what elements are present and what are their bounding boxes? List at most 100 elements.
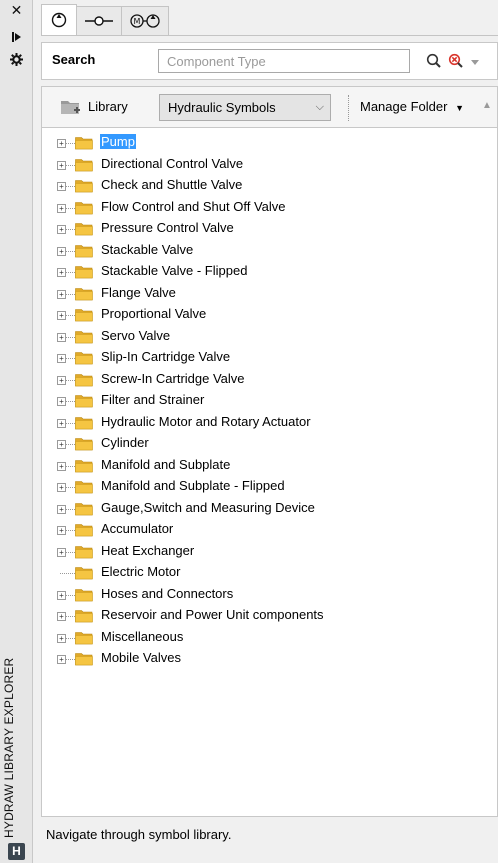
tree-node-label: Screw-In Cartridge Valve bbox=[101, 370, 245, 386]
tree-connector bbox=[66, 229, 75, 230]
expand-icon[interactable]: + bbox=[57, 139, 66, 148]
expand-icon[interactable]: + bbox=[57, 590, 66, 600]
expand-icon[interactable]: + bbox=[57, 526, 66, 535]
expand-icon[interactable]: + bbox=[57, 354, 66, 363]
panel-title: HYDRAW LIBRARY EXPLORER bbox=[2, 657, 16, 838]
folder-icon bbox=[75, 480, 93, 494]
tree-connector bbox=[66, 358, 75, 359]
expand-icon[interactable]: + bbox=[57, 418, 66, 428]
tree-node-label: Pressure Control Valve bbox=[101, 220, 234, 235]
expand-icon[interactable]: + bbox=[57, 182, 66, 191]
collapse-up-icon[interactable]: ▲ bbox=[482, 100, 492, 111]
tree-node-label: Servo Valve bbox=[101, 327, 171, 343]
search-options-chevron-down-icon[interactable] bbox=[470, 55, 488, 73]
folder-icon bbox=[75, 459, 93, 473]
search-icon[interactable] bbox=[425, 52, 443, 70]
expand-icon[interactable]: + bbox=[57, 547, 66, 557]
expand-icon[interactable]: + bbox=[57, 397, 66, 406]
manage-folder-button[interactable]: Manage Folder ▼ bbox=[360, 99, 464, 114]
caret-down-icon: ▼ bbox=[455, 103, 464, 113]
tree-connector bbox=[66, 659, 75, 660]
symbol-tree: + Pump + Directional Control Valve + Check an… bbox=[41, 128, 498, 817]
tree-node-label: Gauge,Switch and Measuring Device bbox=[101, 499, 315, 515]
gear-icon[interactable] bbox=[0, 53, 33, 69]
tab-pump-symbols[interactable] bbox=[41, 4, 77, 35]
tree-node-label: Electric Motor bbox=[101, 564, 181, 579]
tree-connector bbox=[66, 487, 75, 488]
tree-node-label: Flange Valve bbox=[101, 284, 176, 300]
expand-icon[interactable]: + bbox=[57, 268, 66, 277]
pump-symbol-icon bbox=[51, 12, 67, 28]
expand-icon[interactable]: + bbox=[57, 289, 66, 299]
tree-connector bbox=[66, 637, 75, 639]
panel-title-strip: ✕ HYDRAW LIBRARY EXPLORER H bbox=[0, 0, 33, 863]
tree-node-label: Directional Control Valve bbox=[101, 155, 244, 171]
tree-node-label: Pump bbox=[100, 134, 136, 149]
tree-connector bbox=[66, 293, 75, 295]
folder-icon bbox=[75, 609, 93, 623]
tree-node-label: Proportional Valve bbox=[101, 306, 207, 321]
expand-icon[interactable]: + bbox=[57, 504, 66, 514]
expand-icon[interactable]: + bbox=[57, 375, 66, 385]
status-text: Navigate through symbol library. bbox=[46, 827, 232, 842]
tree-connector bbox=[66, 143, 75, 144]
search-bar: Search bbox=[41, 42, 498, 80]
folder-icon bbox=[75, 222, 93, 236]
expand-icon[interactable]: + bbox=[57, 483, 66, 492]
tree-connector bbox=[66, 250, 75, 252]
tree-connector bbox=[66, 616, 75, 617]
tree-connector bbox=[66, 379, 75, 381]
folder-icon bbox=[75, 566, 93, 580]
folder-icon bbox=[75, 394, 93, 408]
folder-icon bbox=[75, 416, 93, 430]
tree-node-label: Filter and Strainer bbox=[101, 392, 205, 407]
tree-node-label: Manifold and Subplate - Flipped bbox=[101, 478, 285, 493]
tab-motor-symbols[interactable]: M bbox=[121, 6, 169, 35]
expand-icon[interactable]: + bbox=[57, 311, 66, 320]
tree-connector bbox=[66, 422, 75, 424]
status-bar: Navigate through symbol library. bbox=[41, 817, 498, 855]
folder-icon bbox=[75, 351, 93, 365]
library-selected-value: Hydraulic Symbols bbox=[168, 100, 276, 115]
expand-icon[interactable]: + bbox=[57, 160, 66, 170]
library-folder-icon bbox=[60, 98, 82, 119]
clear-search-icon[interactable] bbox=[447, 52, 465, 70]
library-select[interactable]: Hydraulic Symbols ⌵ bbox=[159, 94, 331, 121]
expand-icon[interactable]: + bbox=[57, 633, 66, 643]
close-icon[interactable]: ✕ bbox=[0, 2, 33, 19]
expand-icon[interactable]: + bbox=[57, 612, 66, 621]
tree-node-label: Heat Exchanger bbox=[101, 542, 195, 558]
tree-node-label: Stackable Valve - Flipped bbox=[101, 263, 248, 278]
tab-valve-symbols[interactable] bbox=[76, 6, 122, 35]
tree-connector bbox=[66, 465, 75, 467]
tree-connector bbox=[66, 336, 75, 338]
folder-icon bbox=[75, 502, 93, 516]
expand-icon[interactable]: + bbox=[57, 225, 66, 234]
expand-icon[interactable]: + bbox=[57, 203, 66, 213]
tree-node-label: Manifold and Subplate bbox=[101, 456, 231, 472]
toolbar-separator bbox=[348, 95, 350, 121]
tree-node-label: Miscellaneous bbox=[101, 628, 184, 644]
library-explorer-panel: M Search Library Hydraulic Symbols ⌵ Man… bbox=[33, 0, 498, 863]
tree-connector bbox=[66, 272, 75, 273]
expand-icon[interactable]: + bbox=[57, 461, 66, 471]
tree-node-label: Hydraulic Motor and Rotary Actuator bbox=[101, 413, 311, 429]
tree-connector bbox=[66, 164, 75, 166]
tree-connector bbox=[66, 551, 75, 553]
tree-connector bbox=[66, 401, 75, 402]
chevron-down-icon: ⌵ bbox=[315, 101, 324, 113]
search-input[interactable] bbox=[158, 49, 410, 73]
expand-icon[interactable]: + bbox=[57, 332, 66, 342]
tree-node-label: Accumulator bbox=[101, 521, 174, 536]
expand-icon[interactable]: + bbox=[57, 655, 66, 664]
pin-icon[interactable] bbox=[0, 30, 33, 46]
tree-node-label: Slip-In Cartridge Valve bbox=[101, 349, 231, 364]
folder-icon bbox=[75, 265, 93, 279]
library-toolbar: Library Hydraulic Symbols ⌵ Manage Folde… bbox=[41, 86, 498, 128]
expand-icon[interactable]: + bbox=[57, 440, 66, 449]
tree-node-label: Flow Control and Shut Off Valve bbox=[101, 198, 286, 214]
tree-connector bbox=[66, 207, 75, 209]
tree-connector bbox=[66, 594, 75, 596]
expand-icon[interactable]: + bbox=[57, 246, 66, 256]
tree-connector bbox=[60, 573, 75, 574]
